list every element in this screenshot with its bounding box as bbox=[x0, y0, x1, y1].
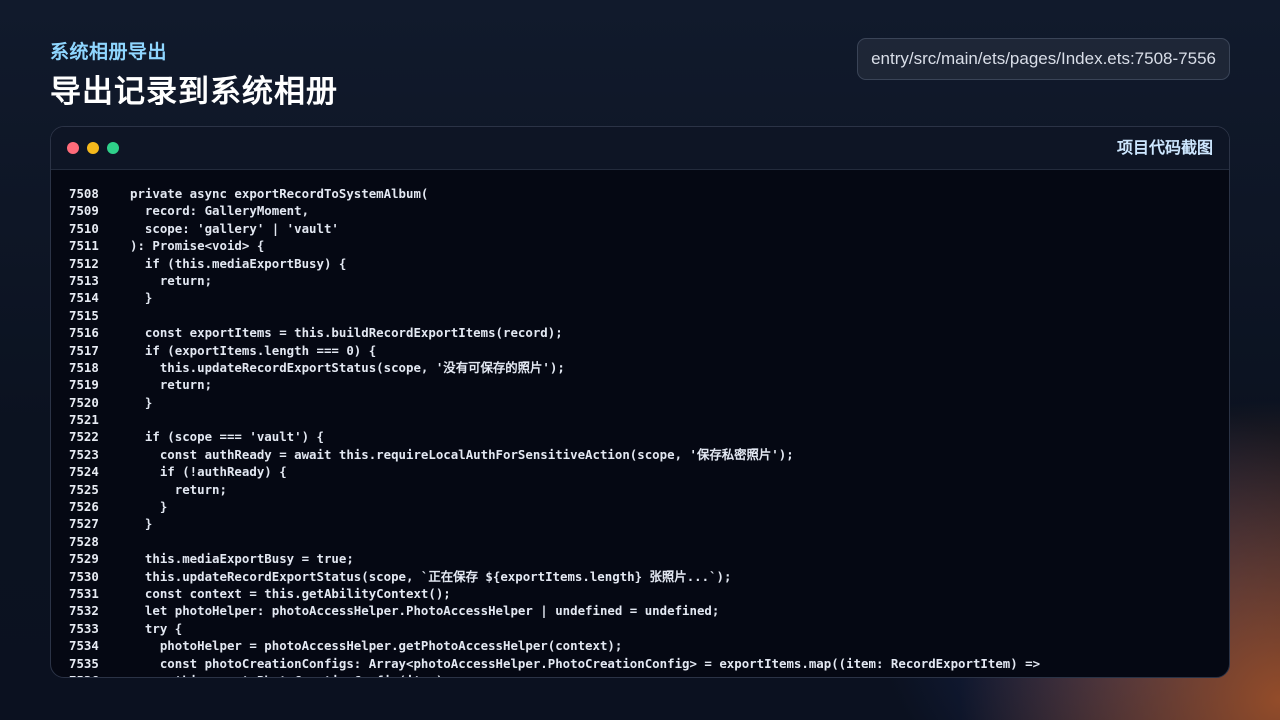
file-path-badge: entry/src/main/ets/pages/Index.ets:7508-… bbox=[857, 38, 1230, 80]
line-number: 7517 bbox=[69, 342, 99, 358]
close-dot-icon bbox=[67, 142, 79, 154]
code-text: if (this.mediaExportBusy) { bbox=[130, 255, 347, 271]
code-line: 7534 photoHelper = photoAccessHelper.get… bbox=[51, 637, 1229, 654]
page-subtitle: 系统相册导出 bbox=[50, 41, 168, 63]
code-line: 7524 if (!authReady) { bbox=[51, 463, 1229, 480]
line-number: 7521 bbox=[69, 412, 99, 428]
line-number: 7532 bbox=[69, 603, 99, 619]
window-titlebar: 项目代码截图 bbox=[51, 127, 1229, 170]
code-text: try { bbox=[130, 620, 183, 636]
code-text: if (exportItems.length === 0) { bbox=[130, 342, 377, 358]
code-line: 7535 const photoCreationConfigs: Array<p… bbox=[51, 655, 1229, 672]
code-line: 7532 let photoHelper: photoAccessHelper.… bbox=[51, 602, 1229, 619]
code-line: 7525 return; bbox=[51, 481, 1229, 498]
maximize-dot-icon bbox=[107, 142, 119, 154]
minimize-dot-icon bbox=[87, 142, 99, 154]
window-label: 项目代码截图 bbox=[1116, 138, 1213, 157]
code-line: 7509 record: GalleryMoment, bbox=[51, 202, 1229, 219]
code-line: 7536 this.createPhotoCreationConfig(item… bbox=[51, 672, 1229, 677]
line-number: 7515 bbox=[69, 307, 99, 323]
code-line: 7521 bbox=[51, 411, 1229, 428]
code-line: 7519 return; bbox=[51, 376, 1229, 393]
line-number: 7530 bbox=[69, 568, 99, 584]
line-number: 7518 bbox=[69, 359, 99, 375]
line-number: 7531 bbox=[69, 585, 99, 601]
code-text: scope: 'gallery' | 'vault' bbox=[130, 220, 339, 236]
code-text: if (scope === 'vault') { bbox=[130, 429, 324, 445]
code-line: 7514 } bbox=[51, 289, 1229, 306]
line-number: 7520 bbox=[69, 394, 99, 410]
code-line: 7530 this.updateRecordExportStatus(scope… bbox=[51, 568, 1229, 585]
code-text: return; bbox=[130, 377, 213, 393]
line-number: 7519 bbox=[69, 377, 99, 393]
code-line: 7527 } bbox=[51, 515, 1229, 532]
code-text: return; bbox=[130, 272, 213, 288]
code-text: } bbox=[130, 394, 153, 410]
line-number: 7510 bbox=[69, 220, 99, 236]
line-number: 7508 bbox=[69, 186, 99, 201]
page-header: 系统相册导出 导出记录到系统相册 bbox=[50, 40, 338, 112]
code-line: 7520 } bbox=[51, 394, 1229, 411]
code-line: 7529 this.mediaExportBusy = true; bbox=[51, 550, 1229, 567]
line-number: 7512 bbox=[69, 255, 99, 271]
code-line: 7508 private async exportRecordToSystemAl… bbox=[51, 185, 1229, 202]
line-number: 7525 bbox=[69, 481, 99, 497]
code-window: 项目代码截图 7508 private async exportRecordToS… bbox=[50, 126, 1230, 678]
code-text: return; bbox=[130, 481, 227, 497]
code-text: } bbox=[130, 499, 168, 515]
code-text: photoHelper = photoAccessHelper.getPhoto… bbox=[130, 638, 623, 654]
line-number: 7536 bbox=[69, 672, 99, 677]
line-number: 7509 bbox=[69, 203, 99, 219]
code-line: 7528 bbox=[51, 533, 1229, 550]
code-text: const photoCreationConfigs: Array<photoA… bbox=[130, 655, 1041, 671]
code-line: 7523 const authReady = await this.requir… bbox=[51, 446, 1229, 463]
code-text: this.mediaExportBusy = true; bbox=[130, 551, 354, 567]
code-text: if (!authReady) { bbox=[130, 464, 287, 480]
line-number: 7528 bbox=[69, 533, 99, 549]
line-number: 7524 bbox=[69, 464, 99, 480]
code-line: 7526 } bbox=[51, 498, 1229, 515]
code-text: private async exportRecordToSystemAlbum( bbox=[130, 186, 429, 201]
code-line: 7522 if (scope === 'vault') { bbox=[51, 428, 1229, 445]
code-text: record: GalleryMoment, bbox=[130, 203, 310, 219]
code-text: let photoHelper: photoAccessHelper.Photo… bbox=[130, 603, 720, 619]
code-line: 7517 if (exportItems.length === 0) { bbox=[51, 342, 1229, 359]
code-text: this.updateRecordExportStatus(scope, '没有… bbox=[130, 359, 565, 375]
line-number: 7523 bbox=[69, 446, 99, 462]
code-text: } bbox=[130, 290, 153, 306]
code-text: const context = this.getAbilityContext()… bbox=[130, 585, 451, 601]
line-number: 7527 bbox=[69, 516, 99, 532]
page-title: 导出记录到系统相册 bbox=[50, 74, 338, 110]
code-line: 7510 scope: 'gallery' | 'vault' bbox=[51, 220, 1229, 237]
code-text: const exportItems = this.buildRecordExpo… bbox=[130, 325, 563, 341]
line-number: 7529 bbox=[69, 551, 99, 567]
code-line: 7531 const context = this.getAbilityCont… bbox=[51, 585, 1229, 602]
line-number: 7534 bbox=[69, 638, 99, 654]
code-line: 7533 try { bbox=[51, 620, 1229, 637]
line-number: 7533 bbox=[69, 620, 99, 636]
code-line: 7516 const exportItems = this.buildRecor… bbox=[51, 324, 1229, 341]
code-block: 7508 private async exportRecordToSystemAl… bbox=[51, 185, 1229, 677]
line-number: 7516 bbox=[69, 325, 99, 341]
code-line: 7518 this.updateRecordExportStatus(scope… bbox=[51, 359, 1229, 376]
code-line: 7511 ): Promise<void> { bbox=[51, 237, 1229, 254]
code-text: const authReady = await this.requireLoca… bbox=[130, 446, 794, 462]
code-line: 7513 return; bbox=[51, 272, 1229, 289]
code-line: 7512 if (this.mediaExportBusy) { bbox=[51, 255, 1229, 272]
line-number: 7514 bbox=[69, 290, 99, 306]
code-text: this.updateRecordExportStatus(scope, `正在… bbox=[130, 568, 732, 584]
line-number: 7535 bbox=[69, 655, 99, 671]
code-text: ): Promise<void> { bbox=[130, 238, 265, 254]
line-number: 7526 bbox=[69, 499, 99, 515]
code-text: this.createPhotoCreationConfig(item) bbox=[130, 672, 444, 677]
line-number: 7513 bbox=[69, 272, 99, 288]
code-text: } bbox=[130, 516, 153, 532]
line-number: 7511 bbox=[69, 238, 99, 254]
code-line: 7515 bbox=[51, 307, 1229, 324]
line-number: 7522 bbox=[69, 429, 99, 445]
